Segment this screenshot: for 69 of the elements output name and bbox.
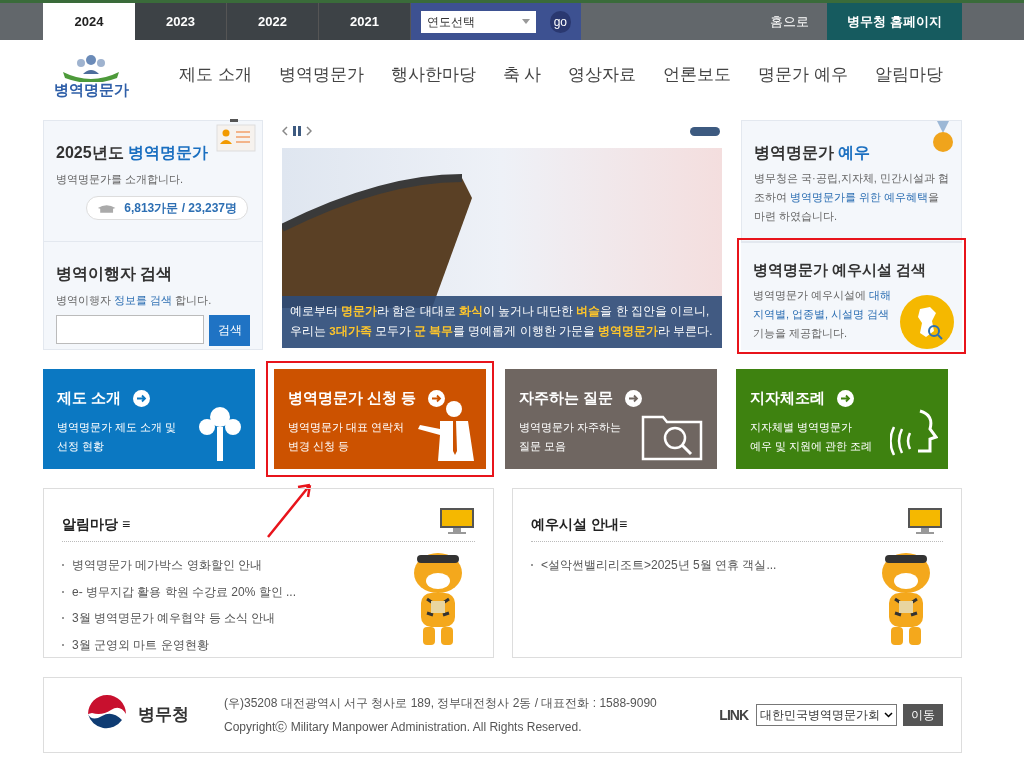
monitor-icon <box>439 507 475 535</box>
benefit-description: 병무청은 국·공립,지자체, 민간시설과 협조하여 병역명문가를 위한 예우혜택을 마련 하였습니다. <box>754 171 949 224</box>
slide-indicator[interactable] <box>690 126 720 136</box>
year-tab[interactable]: 2023 <box>135 3 227 40</box>
year-tab[interactable]: 2021 <box>319 3 411 40</box>
nav-menu-item[interactable]: 영상자료 <box>568 62 637 88</box>
intro-description: 병역명문가를 소개합니다. <box>56 172 185 187</box>
shortcut-tile[interactable]: 병역명문가 신청 등 병역명문가 대표 연락처 변경 신청 등 <box>274 369 486 469</box>
search-input-field[interactable] <box>56 314 204 344</box>
related-site-select[interactable]: 대한민국병역명문가회 <box>756 704 897 726</box>
tile-title: 지자체조례 <box>750 388 825 408</box>
tile-description: 병역명문가 자주하는 질문 모음 <box>519 419 622 454</box>
benefit-title: 병역명문가 예우 <box>754 143 872 163</box>
home-link[interactable]: 홈으로 <box>752 3 828 40</box>
family-count-pill: 6,813가문 / 23,237명 <box>86 195 248 220</box>
link-label: LINK <box>719 705 748 725</box>
monitor-icon <box>907 507 943 535</box>
tile-description: 병역명문가 제도 소개 및 선정 현황 <box>57 419 177 454</box>
search-description: 병역이행자 정보를 검색 합니다. <box>56 293 213 308</box>
tile-description: 병역명문가 대표 연락처 변경 신청 등 <box>288 419 405 454</box>
tile-description: 지자체별 병역명문가 예우 및 지원에 관한 조례 <box>750 419 873 454</box>
notice-link[interactable]: 3월 병역명문가 예우협약 등 소식 안내 <box>72 605 276 632</box>
year-tab[interactable]: 2022 <box>227 3 319 40</box>
pause-icon[interactable] <box>293 126 301 136</box>
notice-link[interactable]: <설악썬밸리리조트>2025년 5월 연휴 객실... <box>541 552 777 579</box>
search-button[interactable]: 검색 <box>209 314 250 346</box>
nav-menu-item[interactable]: 병역명문가 <box>278 62 364 88</box>
agency-homepage-link[interactable]: 병무청 홈페이지 <box>827 3 962 40</box>
presenting-man-icon <box>416 399 476 461</box>
facility-search-description: 병역명문가 예우시설에 대해 지역별, 업종별, 시설명 검색 기능을 제공합니다. <box>753 287 893 341</box>
notice-link[interactable]: e- 병무지갑 활용 학원 수강료 20% 할인 ... <box>72 578 297 605</box>
nav-menu-item[interactable]: 제도 소개 <box>179 62 252 88</box>
nav-menu-item[interactable]: 알림마당 <box>875 62 944 88</box>
agency-logo-text: 병무청 <box>138 704 189 727</box>
go-link-button[interactable]: 이동 <box>903 704 943 726</box>
panel-title[interactable]: 알림마당 ≡ <box>62 514 131 535</box>
go-button[interactable]: go <box>549 10 571 33</box>
notice-link[interactable]: 3월 군영외 마트 운영현황 <box>72 631 209 658</box>
panel-title[interactable]: 예우시설 안내≡ <box>531 514 628 535</box>
tile-title: 자주하는 질문 <box>519 388 614 408</box>
footer-address: (우)35208 대전광역시 서구 청사로 189, 정부대전청사 2동 / 대표전화 : 1588-9090 <box>224 695 657 712</box>
notice-link[interactable]: 병역명문가 메가박스 영화할인 안내 <box>72 552 262 579</box>
intro-title: 2025년도 병역명문가 <box>56 143 210 163</box>
arrow-circle-icon <box>625 389 643 407</box>
korea-map-search-icon <box>900 295 954 349</box>
nav-menu-item[interactable]: 언론보도 <box>663 62 732 88</box>
search-title: 병역이행자 검색 <box>56 264 174 284</box>
id-card-icon <box>216 119 256 153</box>
nav-menu-item[interactable]: 명문가 예우 <box>758 62 849 88</box>
year-select[interactable]: 연도선택 <box>421 10 536 33</box>
nav-menu-item[interactable]: 행사한마당 <box>390 62 476 88</box>
nav-menu-item[interactable]: 축 사 <box>502 62 542 88</box>
arrow-circle-icon <box>837 389 854 407</box>
dropdown-caret-icon <box>884 712 893 718</box>
arrow-circle-icon <box>133 389 151 407</box>
dropdown-caret-icon <box>521 19 530 24</box>
footer-copyright: Copyrightⓒ Military Manpower Administration. All Rights Reserved. <box>224 719 583 736</box>
shortcut-tile[interactable]: 제도 소개 병역명문가 제도 소개 및 선정 현황 <box>43 369 255 469</box>
tile-title: 제도 소개 <box>57 388 122 408</box>
arrow-circle-icon <box>428 389 446 407</box>
facility-search-title: 병역명문가 예우시설 검색 <box>753 260 928 280</box>
site-logo[interactable]: 병역명문가 <box>43 53 139 97</box>
logo-people-icon <box>61 53 121 82</box>
tile-title: 병역명문가 신청 등 <box>288 388 417 408</box>
shortcut-tile[interactable]: 지자체조례 지자체별 병역명문가 예우 및 지원에 관한 조례 <box>736 369 948 469</box>
year-tab[interactable]: 2024 <box>43 3 135 40</box>
medal-icon <box>931 121 955 153</box>
shortcut-tile[interactable]: 자주하는 질문 병역명문가 자주하는 질문 모음 <box>505 369 717 469</box>
banner-caption: 예로부터 명문가라 함은 대대로 화식이 높거나 대단한 벼슬을 한 집안을 이르니, 우리는 3대가족 모두가 군 복무를 명예롭게 이행한 가문을 병역명문가라 부른다. <box>282 296 722 348</box>
